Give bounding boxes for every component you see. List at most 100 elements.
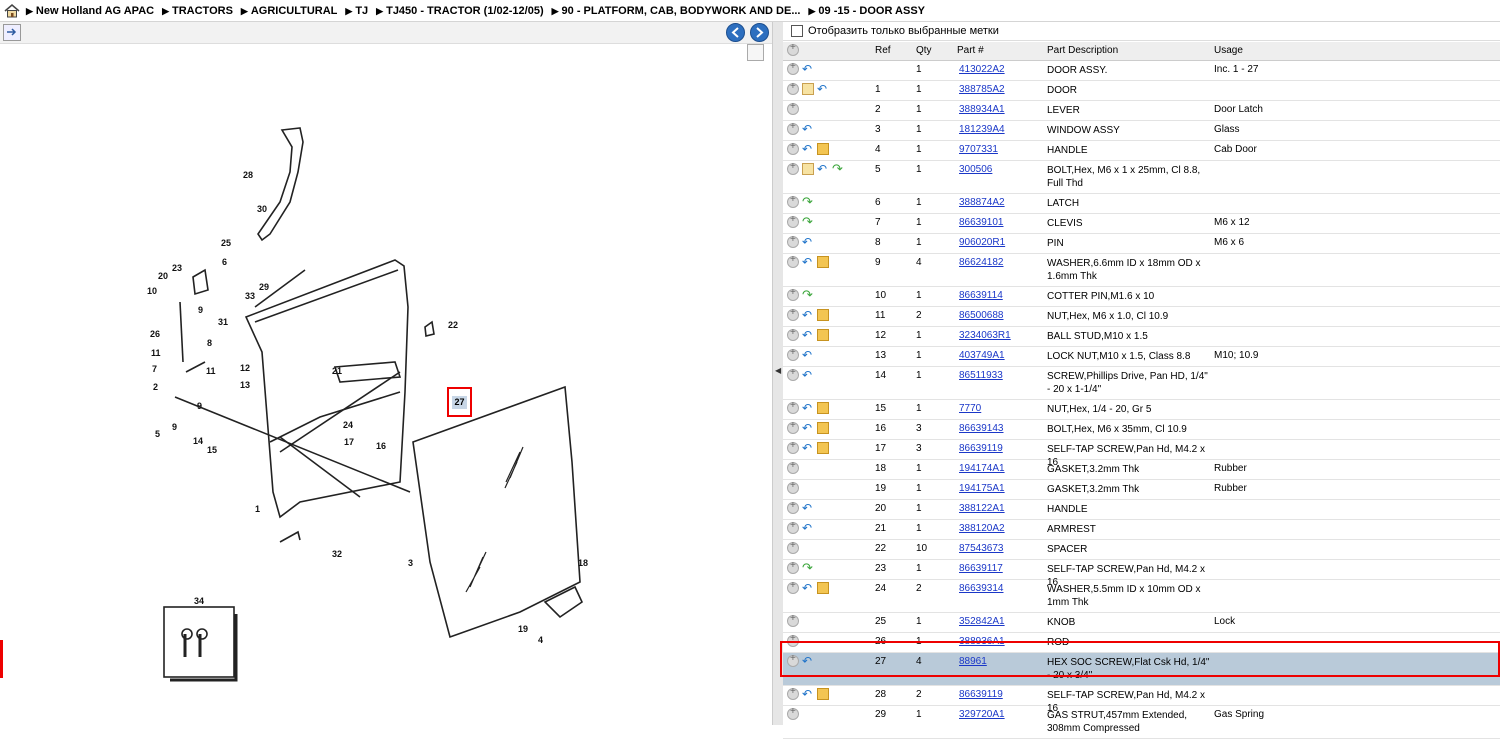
part-number-link[interactable]: 86511933	[959, 370, 1003, 381]
forward-arrow-icon[interactable]: ↷	[832, 162, 844, 175]
return-arrow-icon[interactable]: ↶	[802, 402, 814, 414]
diagram-ref-label[interactable]: 5	[155, 429, 160, 439]
table-row[interactable]: ↶ 12 1 3234063R1 BALL STUD,M10 x 1.5	[783, 327, 1500, 347]
diagram-ref-label[interactable]: 14	[193, 436, 203, 446]
expand-icon[interactable]	[787, 460, 799, 474]
part-number-link[interactable]: 352842A1	[959, 616, 1005, 627]
diagram-ref-label[interactable]: 28	[243, 170, 253, 180]
return-arrow-icon[interactable]: ↶	[802, 63, 814, 75]
expand-icon[interactable]	[787, 214, 799, 228]
diagram-ref-label[interactable]: 7	[152, 364, 157, 374]
diagram-ref-label[interactable]: 4	[538, 635, 543, 645]
part-number-link[interactable]: 86624182	[959, 257, 1004, 268]
package-icon[interactable]	[817, 329, 829, 341]
part-number-link[interactable]: 403749A1	[959, 350, 1005, 361]
package-icon[interactable]	[817, 402, 829, 414]
table-row[interactable]: 18 1 194174A1 GASKET,3.2mm Thk Rubber	[783, 460, 1500, 480]
part-number-link[interactable]: 86639119	[959, 443, 1003, 454]
expand-icon[interactable]	[787, 420, 799, 434]
expand-icon[interactable]	[787, 61, 799, 75]
col-qty[interactable]: Qty	[916, 45, 932, 56]
part-number-link[interactable]: 87543673	[959, 543, 1004, 554]
expand-icon[interactable]	[787, 347, 799, 361]
table-row[interactable]: ↶ 20 1 388122A1 HANDLE	[783, 500, 1500, 520]
diagram-ref-label[interactable]: 25	[221, 238, 231, 248]
table-row[interactable]: ↶ 1 413022A2 DOOR ASSY. Inc. 1 - 27	[783, 61, 1500, 81]
package-icon[interactable]	[817, 309, 829, 321]
diagram-ref-label[interactable]: 26	[150, 329, 160, 339]
breadcrumb-item[interactable]: ▶ 90 - PLATFORM, CAB, BODYWORK AND DE...	[552, 5, 801, 17]
breadcrumb-item[interactable]: ▶ TJ450 - TRACTOR (1/02-12/05)	[376, 5, 543, 17]
diagram-ref-label[interactable]: 22	[448, 320, 458, 330]
table-row[interactable]: ↶ 1 1 388785A2 DOOR	[783, 81, 1500, 101]
table-row[interactable]: ↶ 21 1 388120A2 ARMREST	[783, 520, 1500, 540]
return-arrow-icon[interactable]: ↶	[802, 256, 814, 268]
return-arrow-icon[interactable]: ↶	[817, 163, 829, 175]
diagram-ref-label[interactable]: 9	[172, 422, 177, 432]
diagram-ref-label[interactable]: 9	[197, 401, 202, 411]
part-number-link[interactable]: 86500688	[959, 310, 1004, 321]
expand-icon[interactable]	[787, 254, 799, 268]
diagram-ref-label[interactable]: 18	[578, 558, 588, 568]
diagram-ref-label[interactable]: 31	[218, 317, 228, 327]
expand-icon[interactable]	[787, 234, 799, 248]
table-row[interactable]: ↶ 24 2 86639314 WASHER,5.5mm ID x 10mm OD x …	[783, 580, 1500, 613]
diagram-ref-label[interactable]: 11	[206, 366, 216, 376]
table-row[interactable]: 29 1 329720A1 GAS STRUT,457mm Extended, 308…	[783, 706, 1500, 739]
diagram-ref-label[interactable]: 10	[147, 286, 157, 296]
part-number-link[interactable]: 906020R1	[959, 237, 1005, 248]
expand-icon[interactable]	[787, 121, 799, 135]
table-row[interactable]: ↶ 15 1 7770 NUT,Hex, 1/4 - 20, Gr 5	[783, 400, 1500, 420]
table-row[interactable]: 25 1 352842A1 KNOB Lock	[783, 613, 1500, 633]
return-arrow-icon[interactable]: ↶	[802, 442, 814, 454]
return-arrow-icon[interactable]: ↶	[802, 123, 814, 135]
breadcrumb-item[interactable]: ▶ TJ	[345, 5, 368, 17]
col-description[interactable]: Part Description	[1047, 45, 1118, 56]
expand-icon[interactable]	[787, 141, 799, 155]
package-icon[interactable]	[817, 688, 829, 700]
part-number-link[interactable]: 86639117	[959, 563, 1003, 574]
return-arrow-icon[interactable]: ↶	[802, 522, 814, 534]
diagram-ref-label[interactable]: 13	[240, 380, 250, 390]
table-row[interactable]: ↶28286639119SELF-TAP SCREW,Pan Hd, M4.2 …	[783, 686, 1500, 714]
table-row[interactable]: ↶ 13 1 403749A1 LOCK NUT,M10 x 1.5, Class 8.…	[783, 347, 1500, 367]
table-row[interactable]: ↶ 9 4 86624182 WASHER,6.6mm ID x 18mm OD x 1…	[783, 254, 1500, 287]
part-number-link[interactable]: 388874A2	[959, 197, 1005, 208]
part-number-link[interactable]: 413022A2	[959, 64, 1005, 75]
forward-arrow-icon[interactable]: ↷	[802, 561, 814, 574]
expand-icon[interactable]	[787, 520, 799, 534]
table-row[interactable]: ↶ 16 3 86639143 BOLT,Hex, M6 x 35mm, Cl 10.9	[783, 420, 1500, 440]
return-arrow-icon[interactable]: ↶	[802, 329, 814, 341]
col-part-number[interactable]: Part #	[957, 45, 984, 56]
table-row[interactable]: 19 1 194175A1 GASKET,3.2mm Thk Rubber	[783, 480, 1500, 500]
expand-icon[interactable]	[787, 613, 799, 627]
expand-icon[interactable]	[787, 540, 799, 554]
expand-icon[interactable]	[787, 327, 799, 341]
diagram-ref-label[interactable]: 16	[376, 441, 386, 451]
diagram-ref-label[interactable]: 17	[344, 437, 354, 447]
diagram-ref-label[interactable]: 24	[343, 420, 353, 430]
expand-icon[interactable]	[787, 307, 799, 321]
diagram-ref-label[interactable]: 12	[240, 363, 250, 373]
part-number-link[interactable]: 9707331	[959, 144, 998, 155]
forward-arrow-icon[interactable]: ↷	[802, 215, 814, 228]
table-row[interactable]: ↶ 11 2 86500688 NUT,Hex, M6 x 1.0, Cl 10.9	[783, 307, 1500, 327]
diagram-ref-label[interactable]: 32	[332, 549, 342, 559]
diagram-ref-label[interactable]: 23	[172, 263, 182, 273]
return-arrow-icon[interactable]: ↶	[802, 143, 814, 155]
diagram-ref-label[interactable]: 2	[153, 382, 158, 392]
expand-icon[interactable]	[787, 480, 799, 494]
return-arrow-icon[interactable]: ↶	[802, 502, 814, 514]
expand-all-icon[interactable]	[787, 42, 799, 59]
expand-icon[interactable]	[787, 400, 799, 414]
diagram-ref-label[interactable]: 30	[257, 204, 267, 214]
package-icon[interactable]	[817, 256, 829, 268]
table-row[interactable]: 22 10 87543673 SPACER	[783, 540, 1500, 560]
part-number-link[interactable]: 86639119	[959, 689, 1003, 700]
diagram-ref-label[interactable]: 11	[151, 348, 161, 358]
part-number-link[interactable]: 388122A1	[959, 503, 1005, 514]
expand-icon[interactable]	[787, 101, 799, 115]
breadcrumb-item[interactable]: ▶ New Holland AG APAC	[26, 5, 154, 17]
expand-icon[interactable]	[787, 440, 799, 454]
expand-icon[interactable]	[787, 367, 799, 381]
